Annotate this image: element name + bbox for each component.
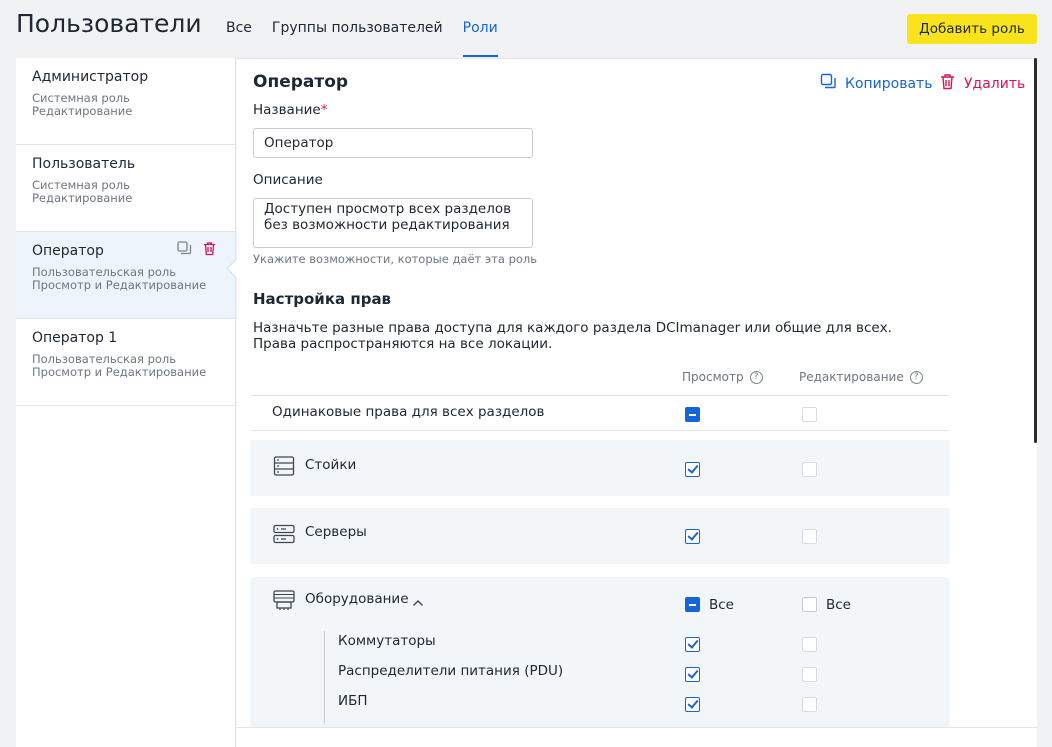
chevron-up-icon[interactable] — [412, 593, 424, 612]
rack-icon — [273, 455, 295, 477]
pdu-view-checkbox[interactable] — [685, 667, 700, 682]
column-edit-label: Редактирование — [799, 370, 904, 384]
column-edit-header: Редактирование ? — [799, 370, 923, 384]
ups-edit-checkbox[interactable] — [802, 697, 817, 712]
role-access: Редактирование — [32, 104, 133, 118]
same-rights-label: Одинаковые права для всех разделов — [272, 404, 545, 420]
column-view-label: Просмотр — [682, 370, 744, 384]
role-name: Оператор 1 — [32, 330, 118, 346]
scrollbar[interactable] — [1034, 58, 1037, 443]
switches-edit-checkbox[interactable] — [802, 637, 817, 652]
racks-view-checkbox[interactable] — [685, 462, 700, 477]
equipment-item-label: ИБП — [338, 693, 368, 709]
role-access: Просмотр и Редактирование — [32, 278, 207, 292]
section-label: Стойки — [305, 457, 357, 473]
role-access: Редактирование — [32, 191, 133, 205]
section-label: Серверы — [305, 524, 367, 540]
same-rights-view-checkbox[interactable] — [685, 407, 700, 422]
copy-icon — [820, 73, 837, 94]
page-title: Пользователи — [16, 9, 202, 38]
equipment-edit-all-label: Все — [826, 597, 851, 613]
role-detail-panel: Оператор Копировать Удалить Название* Оп… — [237, 58, 1037, 747]
role-item[interactable]: Пользователь Системная роль Редактирован… — [16, 145, 235, 232]
section-card-racks: Стойки — [250, 440, 950, 496]
equipment-item-label: Распределители питания (PDU) — [338, 663, 564, 679]
description-label: Описание — [253, 172, 323, 188]
delete-button[interactable]: Удалить — [939, 73, 1025, 94]
tab-all[interactable]: Все — [226, 0, 252, 58]
servers-edit-checkbox[interactable] — [802, 529, 817, 544]
description-hint: Укажите возможности, которые даёт эта ро… — [253, 252, 538, 266]
trash-icon — [939, 73, 956, 94]
rights-description: Назначьте разные права доступа для каждо… — [253, 320, 892, 352]
name-input[interactable] — [253, 128, 533, 158]
role-item-selected[interactable]: Оператор Пользовательская роль Просмотр … — [16, 232, 235, 319]
equipment-item-label: Коммутаторы — [338, 633, 436, 649]
role-access: Просмотр и Редактирование — [32, 365, 207, 379]
role-list: Администратор Системная роль Редактирова… — [16, 58, 236, 747]
equipment-icon — [273, 589, 295, 611]
section-card-servers: Серверы — [250, 508, 950, 564]
required-mark: * — [320, 102, 328, 118]
description-textarea[interactable]: Доступен просмотр всех разделов без возм… — [253, 198, 533, 248]
rights-description-line: Права распространяются на все локации. — [253, 336, 553, 352]
role-item[interactable]: Администратор Системная роль Редактирова… — [16, 58, 235, 145]
help-icon[interactable]: ? — [909, 370, 923, 384]
role-name: Пользователь — [32, 156, 136, 172]
servers-view-checkbox[interactable] — [685, 529, 700, 544]
switches-view-checkbox[interactable] — [685, 637, 700, 652]
role-name: Администратор — [32, 69, 149, 85]
copy-icon[interactable] — [177, 241, 192, 256]
rights-description-line: Назначьте разные права доступа для каждо… — [253, 320, 892, 336]
section-card-equipment: Оборудование Все Все Коммутаторы Распред… — [250, 577, 950, 737]
trash-icon[interactable] — [202, 241, 217, 256]
add-role-button[interactable]: Добавить роль — [907, 14, 1037, 44]
same-rights-row: Одинаковые права для всех разделов — [250, 395, 950, 431]
role-item[interactable]: Оператор 1 Пользовательская роль Просмот… — [16, 319, 235, 406]
equipment-view-all-label: Все — [709, 597, 734, 613]
delete-label: Удалить — [964, 75, 1026, 92]
role-title: Оператор — [253, 72, 349, 92]
page-header: Пользователи Все Группы пользователей Ро… — [0, 0, 1052, 58]
help-icon[interactable]: ? — [749, 370, 763, 384]
copy-label: Копировать — [845, 75, 933, 92]
equipment-edit-all-checkbox[interactable] — [802, 597, 817, 612]
pdu-edit-checkbox[interactable] — [802, 667, 817, 682]
ups-view-checkbox[interactable] — [685, 697, 700, 712]
copy-button[interactable]: Копировать — [820, 73, 932, 94]
racks-edit-checkbox[interactable] — [802, 462, 817, 477]
section-label: Оборудование — [305, 591, 409, 607]
tab-user-groups[interactable]: Группы пользователей — [272, 0, 443, 58]
tree-line — [324, 631, 325, 724]
rights-section-title: Настройка прав — [253, 290, 392, 308]
name-label: Название* — [253, 102, 328, 118]
column-view-header: Просмотр ? — [682, 370, 763, 384]
role-actions — [177, 241, 217, 256]
footer-bar — [237, 727, 1037, 747]
same-rights-edit-checkbox[interactable] — [802, 407, 817, 422]
equipment-view-all-checkbox[interactable] — [685, 597, 700, 612]
tab-roles[interactable]: Роли — [462, 0, 498, 58]
tab-bar: Все Группы пользователей Роли — [226, 0, 498, 58]
server-icon — [273, 523, 295, 545]
